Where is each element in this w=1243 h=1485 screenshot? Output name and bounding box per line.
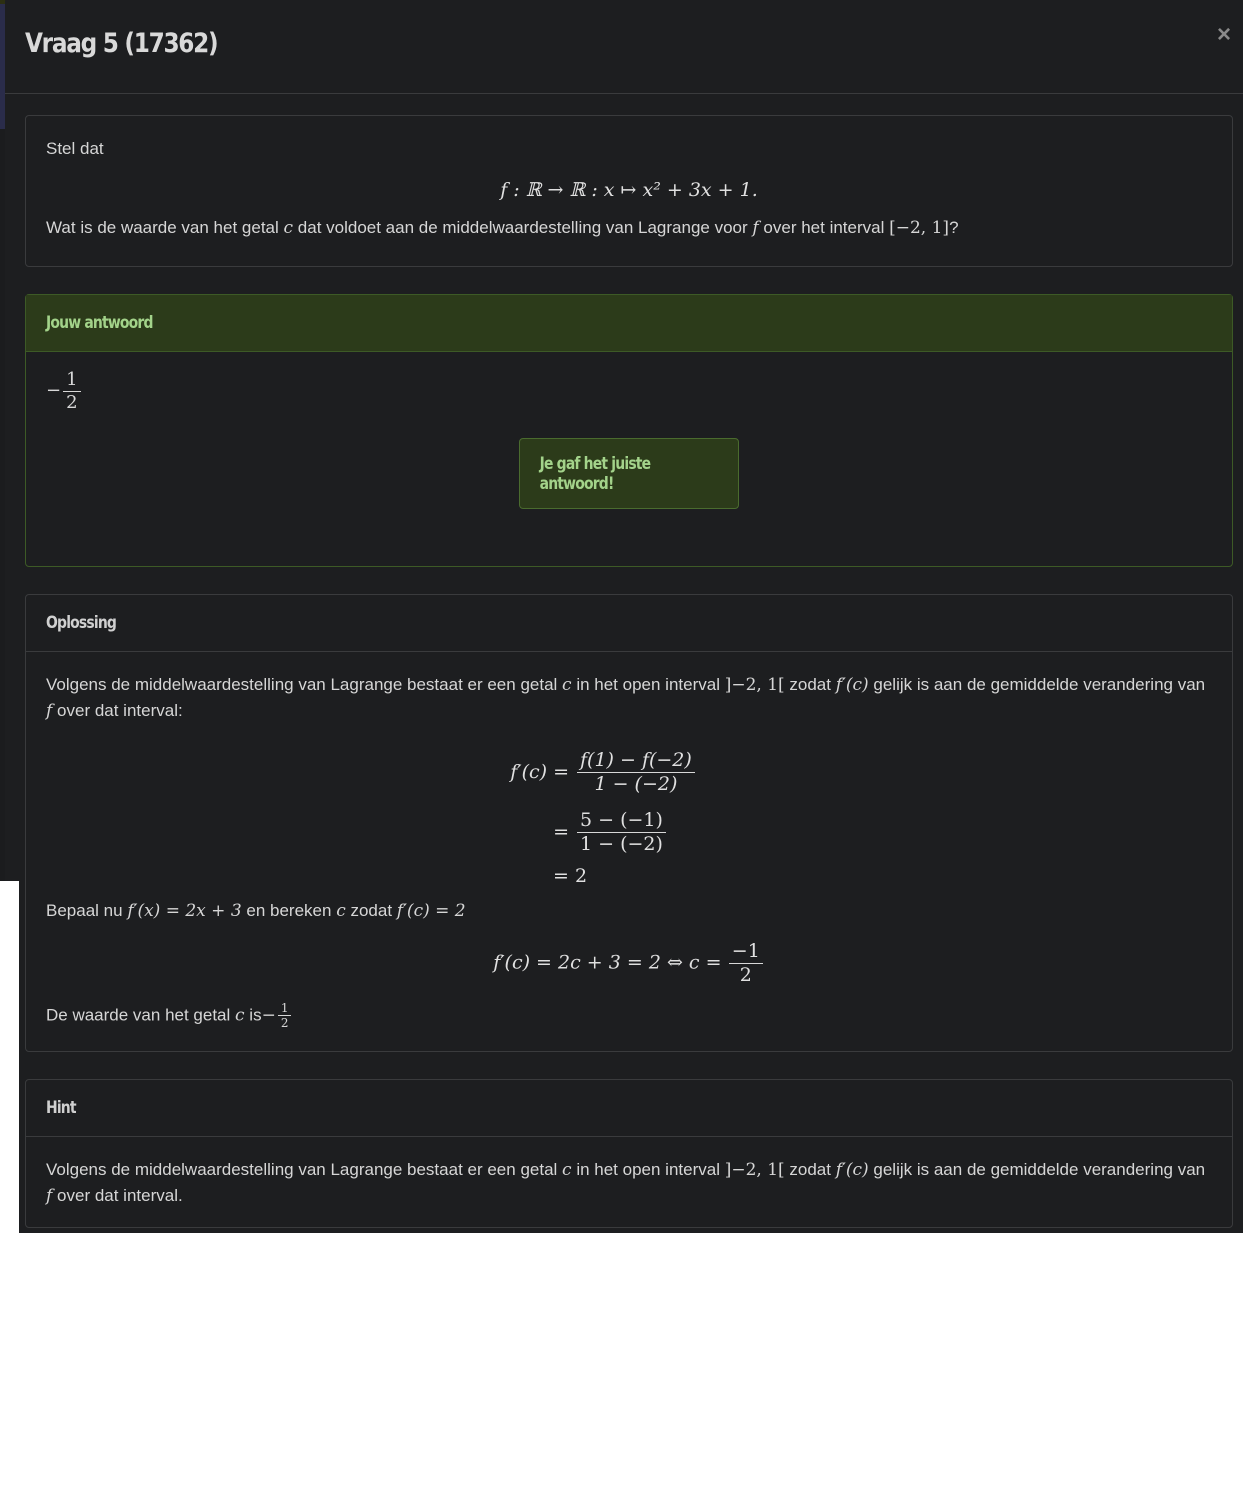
- solution-header: Oplossing: [26, 595, 1232, 652]
- correct-feedback-badge: Je gaf het juiste antwoord!: [519, 438, 739, 509]
- solution-paragraph-1: Volgens de middelwaardestelling van Lagr…: [46, 675, 1206, 721]
- math-interval: [−2, 1]: [889, 218, 950, 238]
- math-c: c: [283, 218, 294, 238]
- close-icon[interactable]: ×: [1211, 22, 1237, 48]
- lower-page-area: [0, 881, 19, 1233]
- modal-title: Vraag 5 (17362): [25, 28, 219, 59]
- question-intro: Stel dat: [46, 139, 104, 158]
- hint-card: Hint Volgens de middelwaardestelling van…: [25, 1079, 1233, 1228]
- math-f: f: [752, 218, 759, 238]
- solution-card: Oplossing Volgens de middelwaardestellin…: [25, 594, 1233, 1052]
- answer-value: −1 2: [46, 369, 83, 413]
- modal-header: Vraag 5 (17362) ×: [5, 0, 1243, 94]
- hint-header: Hint: [26, 1080, 1232, 1137]
- solution-equation-c: f′(c) = 2c + 3 = 2 ⇔ c = −1 2: [46, 940, 1212, 987]
- question-modal: Vraag 5 (17362) × Stel dat f : ℝ → ℝ : x…: [5, 0, 1243, 1233]
- solution-conclusion: De waarde van het getal c is− 1 2: [46, 1001, 1212, 1031]
- question-prompt: Wat is de waarde van het getal c dat vol…: [46, 218, 959, 238]
- question-card: Stel dat f : ℝ → ℝ : x ↦ x² + 3x + 1. Wa…: [25, 115, 1233, 267]
- solution-equation-block: f′(c) = f(1) − f(−2) 1 − (−2) = 5 − (−1) 1…: [499, 742, 759, 890]
- hint-text: Volgens de middelwaardestelling van Lagr…: [46, 1160, 1206, 1206]
- question-formula: f : ℝ → ℝ : x ↦ x² + 3x + 1.: [500, 179, 758, 201]
- solution-paragraph-2: Bepaal nu f′(x) = 2x + 3 en bereken c zo…: [46, 901, 466, 921]
- answer-header: Jouw antwoord: [26, 295, 1232, 352]
- answer-card: Jouw antwoord −1 2 Je gaf het juiste antw…: [25, 294, 1233, 567]
